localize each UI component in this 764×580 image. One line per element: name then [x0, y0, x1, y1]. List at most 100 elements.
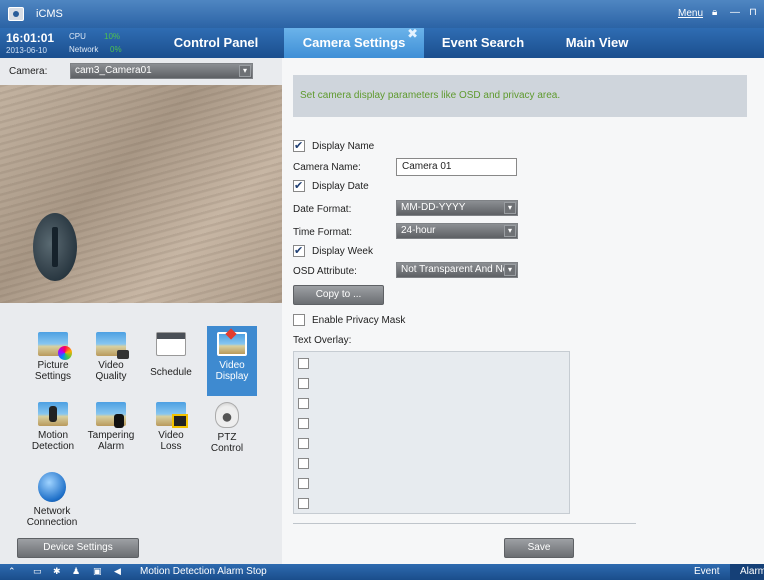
video-loss-icon	[156, 402, 188, 428]
text-overlay-checkbox[interactable]	[298, 438, 309, 449]
app-logo-icon	[8, 7, 24, 21]
status-bar: ⌃ ▭ ✱ ♟ ▣ ◀ Motion Detection Alarm Stop …	[0, 564, 764, 580]
osd-attribute-select[interactable]: Not Transparent And Not ▾	[396, 262, 518, 278]
chevron-down-icon: ▾	[504, 225, 516, 237]
event-button[interactable]: Event	[694, 566, 720, 577]
pin-icon[interactable]: ✱	[53, 566, 61, 577]
display-date-label: Display Date	[312, 181, 369, 192]
app-title: iCMS	[36, 8, 63, 20]
network-connection-icon	[38, 472, 66, 502]
tool-label: Loss	[160, 441, 182, 452]
left-panel: Camera: cam3_Camera01 ▾ Picture Settings…	[0, 58, 282, 564]
picture-settings-icon	[38, 332, 72, 360]
tool-ptz-control[interactable]: PTZ Control	[202, 402, 252, 462]
minimize-icon[interactable]: —	[730, 7, 740, 18]
title-bar: iCMS Menu 🔒︎ — ⊓	[0, 0, 764, 28]
display-date-checkbox[interactable]	[293, 179, 305, 192]
tab-label: Event Search	[441, 35, 525, 50]
tool-label: Video	[98, 360, 124, 371]
tool-label: Tampering	[87, 430, 135, 441]
camera-settings-panel: Set camera display parameters like OSD a…	[282, 58, 764, 564]
text-overlay-checkbox[interactable]	[298, 498, 309, 509]
cpu-value: 10%	[104, 32, 121, 41]
tool-label: Detection	[31, 441, 75, 452]
tool-network-connection[interactable]: Network Connection	[26, 472, 78, 532]
osd-attribute-value: Not Transparent And Not	[401, 264, 512, 275]
time-format-label: Time Format:	[293, 227, 353, 238]
tool-video-loss[interactable]: Video Loss	[146, 402, 196, 462]
tab-main-view[interactable]: Main View	[542, 28, 652, 58]
text-overlay-checkbox[interactable]	[298, 398, 309, 409]
alarm-button[interactable]: Alarm	[730, 564, 764, 580]
motion-detection-icon	[38, 402, 68, 426]
collapse-icon[interactable]: ⌃	[8, 566, 16, 577]
tab-camera-settings[interactable]: Camera Settings ✖	[284, 26, 424, 58]
text-overlay-checkbox[interactable]	[298, 378, 309, 389]
chevron-down-icon: ▾	[504, 264, 516, 276]
video-display-icon	[217, 332, 247, 356]
camera-select-value: cam3_Camera01	[75, 65, 152, 76]
text-overlay-list[interactable]	[293, 351, 570, 514]
tool-label: Alarm	[97, 441, 125, 452]
video-preview[interactable]	[0, 85, 282, 303]
date-format-select[interactable]: MM-DD-YYYY ▾	[396, 200, 518, 216]
clock-time: 16:01:01	[6, 31, 55, 45]
tab-control-panel[interactable]: Control Panel	[148, 28, 284, 58]
tool-label: Settings	[34, 371, 72, 382]
text-overlay-checkbox[interactable]	[298, 418, 309, 429]
camera-select[interactable]: cam3_Camera01 ▾	[70, 63, 253, 79]
tool-label: Quality	[95, 371, 127, 382]
tool-label: Motion	[37, 430, 68, 441]
tool-video-quality[interactable]: Video Quality	[86, 328, 136, 394]
lock-icon[interactable]: 🔒︎	[712, 7, 717, 18]
time-format-select[interactable]: 24-hour ▾	[396, 223, 518, 239]
save-button[interactable]: Save	[504, 538, 574, 558]
device-settings-button[interactable]: Device Settings	[17, 538, 139, 558]
tool-label: Network	[33, 506, 71, 517]
network-value: 0%	[110, 45, 122, 54]
display-week-checkbox[interactable]	[293, 244, 305, 257]
tampering-alarm-icon	[96, 402, 126, 428]
text-overlay-checkbox[interactable]	[298, 478, 309, 489]
tool-schedule[interactable]: Schedule	[146, 328, 196, 394]
close-icon[interactable]: ⊓	[749, 7, 757, 18]
nav-bar: 16:01:01 2013-06-10 CPU 10% Network 0% C…	[0, 26, 764, 58]
text-overlay-checkbox[interactable]	[298, 458, 309, 469]
video-frame-object	[33, 213, 77, 281]
tool-tampering-alarm[interactable]: Tampering Alarm	[86, 402, 136, 462]
privacy-mask-label: Enable Privacy Mask	[312, 315, 406, 326]
text-overlay-checkbox[interactable]	[298, 358, 309, 369]
tool-label: Schedule	[150, 367, 192, 378]
text-overlay-label: Text Overlay:	[293, 335, 352, 346]
tool-video-display[interactable]: Video Display	[207, 326, 257, 396]
display-week-label: Display Week	[312, 246, 373, 257]
ptz-control-icon	[215, 402, 239, 428]
tool-motion-detection[interactable]: Motion Detection	[28, 402, 78, 462]
camera-name-field[interactable]: Camera 01	[396, 158, 517, 176]
display-name-checkbox[interactable]	[293, 139, 305, 152]
chevron-down-icon: ▾	[504, 202, 516, 214]
monitor-icon[interactable]: ▭	[33, 566, 42, 577]
video-quality-icon	[96, 332, 129, 359]
menu-button[interactable]: Menu	[678, 8, 703, 19]
info-banner: Set camera display parameters like OSD a…	[293, 75, 747, 117]
record-icon[interactable]: ▣	[93, 566, 102, 577]
user-icon[interactable]: ♟	[72, 566, 80, 577]
tab-event-search[interactable]: Event Search	[424, 28, 542, 58]
speaker-icon[interactable]: ◀	[114, 566, 121, 577]
time-format-value: 24-hour	[401, 225, 436, 236]
osd-attribute-label: OSD Attribute:	[293, 266, 357, 277]
tool-label: Connection	[26, 517, 78, 528]
tool-label: Control	[210, 443, 244, 454]
tool-picture-settings[interactable]: Picture Settings	[28, 328, 78, 394]
divider	[293, 523, 636, 524]
cpu-label: CPU	[69, 32, 86, 41]
chevron-down-icon: ▾	[239, 65, 251, 77]
clock-date: 2013-06-10	[6, 46, 47, 55]
display-name-label: Display Name	[312, 141, 375, 152]
tab-label: Camera Settings	[302, 35, 406, 50]
privacy-mask-checkbox[interactable]	[293, 314, 305, 326]
copy-to-button[interactable]: Copy to ...	[293, 285, 384, 305]
date-format-value: MM-DD-YYYY	[401, 202, 466, 213]
tab-close-icon[interactable]: ✖	[407, 19, 418, 49]
